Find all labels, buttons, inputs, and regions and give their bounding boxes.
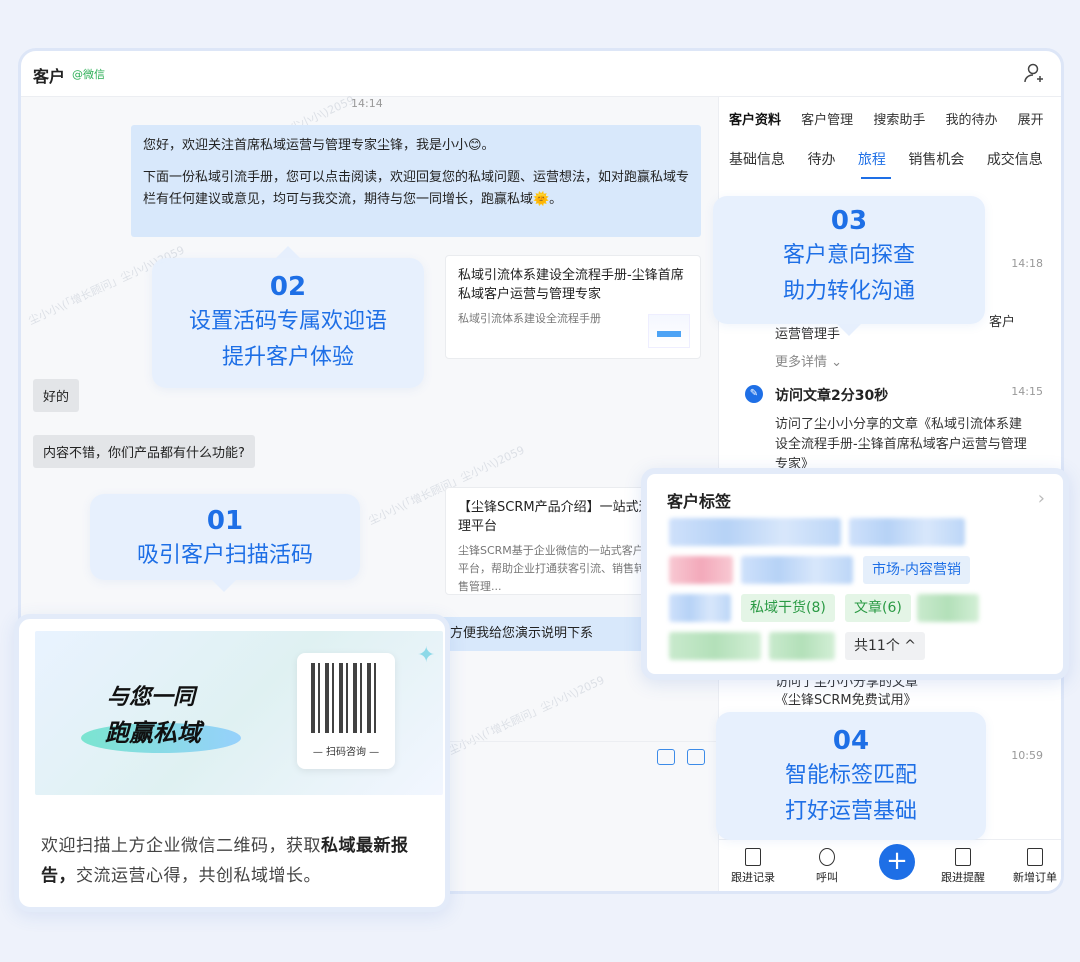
new-order-button[interactable]: 新增订单 — [1005, 848, 1061, 885]
add-user-icon[interactable] — [1023, 61, 1047, 85]
qr-code-box[interactable]: — 扫码咨询 — — [297, 653, 395, 769]
customer-tags-card: 客户标签 › 市场-内容营销 私域干货(8) 文章(6) 共11个 ^ — [641, 468, 1069, 680]
tab-todo[interactable]: 待办 — [807, 152, 835, 168]
more-details-label: 更多详情 — [775, 355, 828, 370]
callout-number: 03 — [830, 206, 868, 236]
call-button[interactable]: 呼叫 — [797, 848, 857, 885]
promo-card: 与您一同 跑赢私域 — 扫码咨询 — ✦ 欢迎扫描上方企业微信二维码，获取私域最… — [14, 614, 450, 912]
more-details-link[interactable]: 更多详情 ⌄ — [775, 351, 842, 370]
follow-record-button[interactable]: 跟进记录 — [723, 848, 783, 885]
welcome-line-1: 您好，欢迎关注首席私域运营与管理专家尘锋，我是小小😊。 — [143, 138, 495, 153]
timeline-text: 访问了尘小小分享的文章《私域引流体系建设全流程手册-尘锋首席私域客户运营与管理专… — [775, 417, 1027, 472]
callout-line-1: 吸引客户扫描活码 — [136, 543, 313, 568]
callout-03: 03 客户意向探查 助力转化沟通 — [713, 196, 985, 336]
handbook-thumbnail — [648, 314, 690, 348]
tags-expand-button[interactable]: 共11个 ^ — [845, 632, 925, 660]
add-button[interactable]: + — [879, 844, 915, 880]
tab-sales-opportunity[interactable]: 销售机会 — [908, 152, 964, 168]
tab-search-assistant[interactable]: 搜索助手 — [873, 113, 925, 128]
callout-04: 04 智能标签匹配 打好运营基础 — [716, 712, 986, 840]
tag-article[interactable]: 文章(6) — [845, 594, 911, 622]
title-bar: 客户 @微信 — [21, 51, 1061, 97]
qr-code[interactable] — [311, 663, 381, 733]
article-visit-icon: ✎ — [745, 385, 763, 403]
order-icon — [1027, 848, 1043, 866]
welcome-message: 您好，欢迎关注首席私域运营与管理专家尘锋，我是小小😊。 下面一份私域引流手册，您… — [131, 125, 701, 237]
callout-line-1: 智能标签匹配 — [784, 763, 917, 788]
material-library-icon[interactable] — [687, 749, 705, 765]
follow-reminder-label: 跟进提醒 — [941, 871, 985, 884]
promo-desc-c: 交流运营心得，共创私域增长。 — [76, 866, 321, 886]
action-bar: 跟进记录 呼叫 + 跟进提醒 新增订单 — [719, 839, 1061, 891]
tag-blurred — [669, 518, 841, 546]
callout-number: 01 — [206, 506, 244, 536]
wechat-source-tag: @微信 — [72, 68, 105, 81]
tag-blurred — [849, 518, 965, 546]
phone-icon — [819, 848, 835, 866]
callout-line-1: 设置活码专属欢迎语 — [188, 309, 387, 334]
callout-02: 02 设置活码专属欢迎语 提升客户体验 — [152, 246, 424, 388]
customer-tags-title: 客户标签 — [667, 492, 732, 511]
promo-banner: 与您一同 跑赢私域 — 扫码咨询 — ✦ — [35, 631, 443, 795]
tab-customer-profile[interactable]: 客户资料 — [729, 113, 781, 128]
qr-label: — 扫码咨询 — — [312, 747, 380, 758]
callout-pointer — [212, 580, 236, 592]
promo-desc-a: 欢迎扫描上方企业微信二维码，获取 — [41, 836, 321, 856]
new-order-label: 新增订单 — [1013, 871, 1057, 884]
panel-main-tabs: 客户资料 客户管理 搜索助手 我的待办 展开⌄ — [729, 109, 1061, 128]
sparkle-icon: ✦ — [417, 643, 436, 668]
timeline-event-title: 访问文章2分30秒 — [775, 388, 889, 404]
follow-record-label: 跟进记录 — [731, 871, 775, 884]
tab-my-todo[interactable]: 我的待办 — [945, 113, 997, 128]
callout-number: 02 — [269, 272, 307, 302]
callout-pointer — [837, 324, 861, 336]
callout-number: 04 — [832, 726, 870, 756]
tag-blurred — [769, 632, 835, 660]
callout-line-1: 客户意向探查 — [782, 243, 915, 268]
promo-description: 欢迎扫描上方企业微信二维码，获取私域最新报告，交流运营心得，共创私域增长。 — [41, 831, 441, 891]
timeline-text: 运营管理手 — [775, 327, 841, 342]
promo-slogan-1: 与您一同 — [107, 684, 196, 710]
timeline-text: 客户 — [989, 315, 1016, 330]
expand-tabs-button[interactable]: 展开⌄ — [1017, 113, 1061, 128]
tag-blurred — [669, 556, 733, 584]
handbook-card-title: 私域引流体系建设全流程手册-尘锋首席私域客户运营与管理专家 — [458, 268, 684, 302]
watermark: 尘小小\(「增长顾问」尘小小\)2059 — [446, 673, 607, 758]
expand-label: 展开 — [1017, 113, 1044, 128]
promo-slogan-2: 跑赢私域 — [105, 718, 201, 747]
welcome-line-2: 下面一份私域引流手册，您可以点击阅读，欢迎回复您的私域问题、运营想法，如对跑赢私… — [143, 170, 690, 207]
tag-private-domain[interactable]: 私域干货(8) — [741, 594, 835, 622]
callout-line-2: 打好运营基础 — [784, 799, 917, 824]
tag-content-marketing[interactable]: 市场-内容营销 — [863, 556, 971, 584]
tag-blurred — [669, 632, 761, 660]
tab-journey[interactable]: 旅程 — [858, 152, 886, 168]
follow-record-icon — [745, 848, 761, 866]
tag-blurred — [741, 556, 853, 584]
timeline-text: 《尘锋SCRM免费试用》 — [775, 693, 917, 708]
callout-line-2: 助力转化沟通 — [782, 279, 915, 304]
reminder-icon — [955, 848, 971, 866]
customer-reply-2: 内容不错，你们产品都有什么功能? — [33, 435, 255, 468]
tab-basic-info[interactable]: 基础信息 — [729, 152, 785, 168]
timeline-time: 14:15 — [1011, 385, 1043, 398]
chevron-right-icon[interactable]: › — [1038, 488, 1045, 509]
chat-timestamp: 14:14 — [351, 97, 383, 110]
follow-reminder-button[interactable]: 跟进提醒 — [933, 848, 993, 885]
quick-reply-icon[interactable] — [657, 749, 675, 765]
callout-01: 01 吸引客户扫描活码 — [90, 494, 360, 592]
call-label: 呼叫 — [816, 871, 838, 884]
active-tab-indicator — [861, 177, 891, 179]
handbook-card[interactable]: 私域引流体系建设全流程手册-尘锋首席私域客户运营与管理专家 私域引流体系建设全流… — [445, 255, 701, 359]
tag-blurred — [917, 594, 979, 622]
tag-blurred — [669, 594, 731, 622]
tab-customer-management[interactable]: 客户管理 — [801, 113, 853, 128]
customer-reply-1: 好的 — [33, 379, 80, 412]
timeline-time: 14:18 — [1011, 257, 1043, 270]
callout-pointer — [276, 246, 300, 258]
tab-deal-info[interactable]: 成交信息 — [987, 152, 1043, 168]
callout-line-2: 提升客户体验 — [221, 345, 354, 370]
page-title: 客户 — [33, 67, 66, 86]
panel-sub-tabs: 基础信息 待办 旅程 销售机会 成交信息 — [729, 149, 1061, 169]
timeline-time: 10:59 — [1011, 749, 1043, 762]
